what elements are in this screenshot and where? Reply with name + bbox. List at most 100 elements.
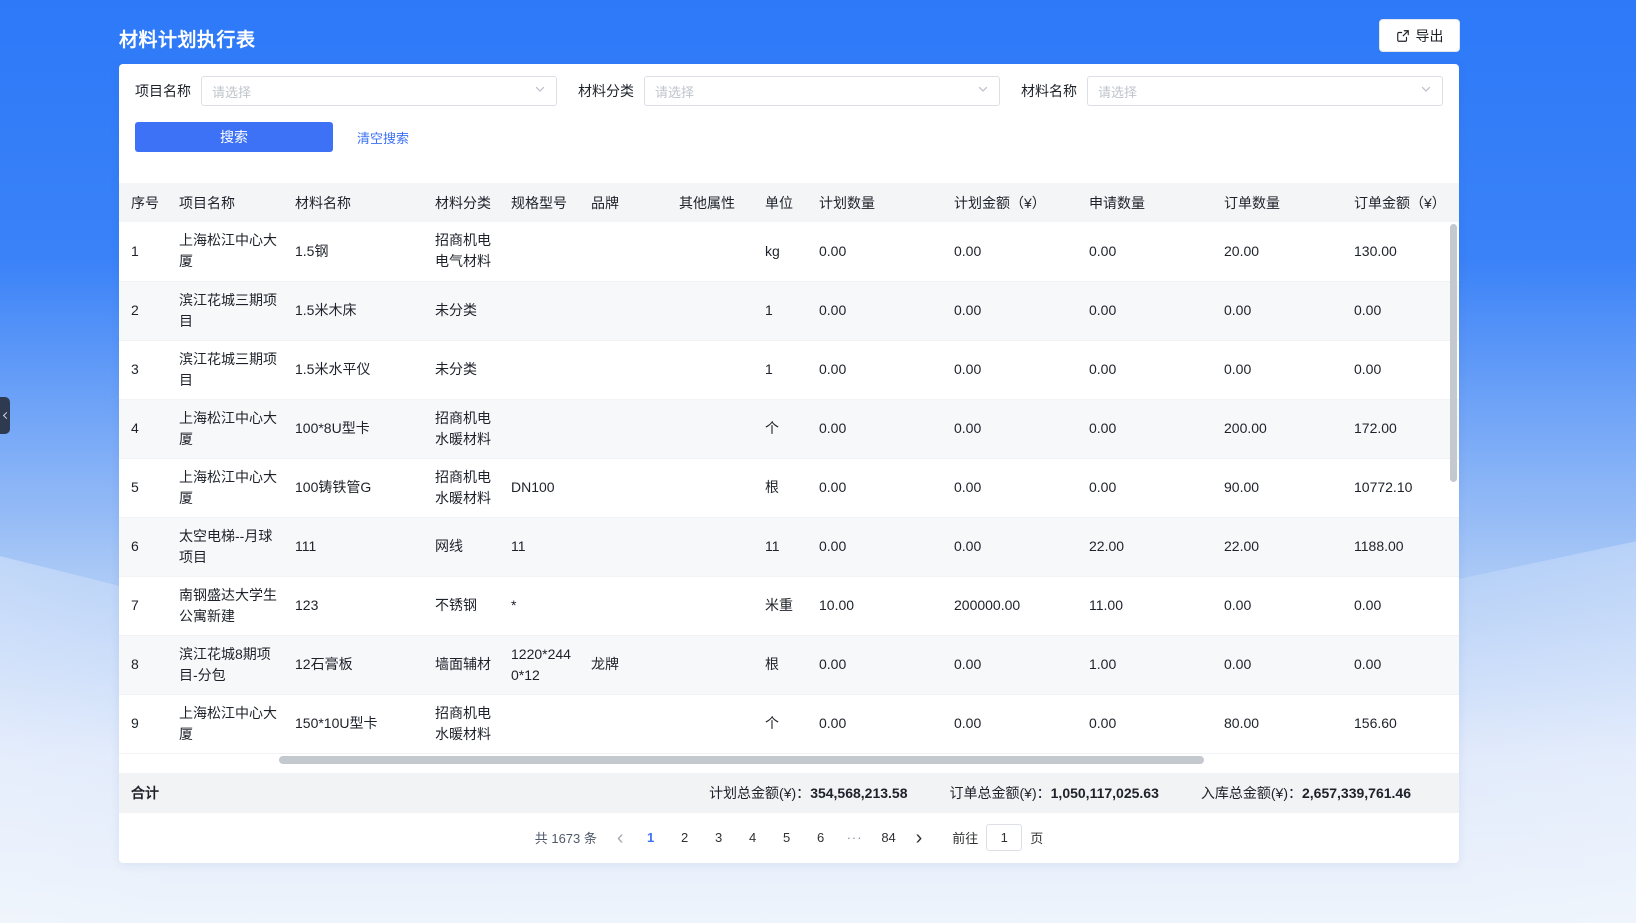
table-cell [503,222,583,281]
table-cell: 0.00 [811,635,946,694]
material-name-placeholder: 请选择 [1098,82,1137,101]
table-cell [671,458,757,517]
table-cell: 1.5米木床 [287,281,427,340]
table-cell [583,576,671,635]
summary-bar: 合计 计划总金额(¥)：354,568,213.58 订单总金额(¥)：1,05… [119,773,1459,813]
table-cell: * [503,576,583,635]
table-cell: 1220*2440*12 [503,635,583,694]
filter-group-project: 项目名称 请选择 [135,76,557,106]
table-cell [503,694,583,753]
column-header: 单位 [757,183,811,222]
material-name-label: 材料名称 [1021,81,1077,101]
column-header: 规格型号 [503,183,583,222]
page-button-3[interactable]: 3 [708,825,730,851]
table-cell: 0.00 [1081,458,1216,517]
table-cell: 1 [119,222,171,281]
table-cell: kg [757,222,811,281]
table-cell [583,399,671,458]
page-button-5[interactable]: 5 [776,825,798,851]
table-cell: 上海松江中心大厦 [171,222,287,281]
table-cell: 1.5钢 [287,222,427,281]
total-count: 共 1673 条 [535,828,597,847]
table-cell: 招商机电 水暖材料 [427,694,503,753]
material-category-select[interactable]: 请选择 [644,76,1000,106]
table-cell: 0.00 [1081,694,1216,753]
chevron-down-icon [977,82,989,100]
page-title: 材料计划执行表 [119,25,256,52]
table-cell: 上海松江中心大厦 [171,694,287,753]
table-cell: 0.00 [1346,340,1459,399]
table-cell: 0.00 [1346,576,1459,635]
export-button[interactable]: 导出 [1379,19,1460,52]
table-cell: 未分类 [427,281,503,340]
table-cell [671,222,757,281]
table-cell: 100铸铁管G [287,458,427,517]
table-cell: 0.00 [946,635,1081,694]
project-name-label: 项目名称 [135,81,191,101]
table-cell [503,281,583,340]
project-name-select[interactable]: 请选择 [201,76,557,106]
column-header: 序号 [119,183,171,222]
table-cell: 111 [287,517,427,576]
table-cell: 22.00 [1216,517,1346,576]
material-category-placeholder: 请选择 [655,82,694,101]
chevron-down-icon [1420,82,1432,100]
chevron-down-icon [534,82,546,100]
table-cell: 0.00 [1081,340,1216,399]
table-cell: 0.00 [946,399,1081,458]
vertical-scrollbar[interactable] [1450,224,1457,482]
table-cell [671,399,757,458]
table-cell [583,222,671,281]
table-cell: 0.00 [1081,222,1216,281]
column-header: 项目名称 [171,183,287,222]
material-plan-table: 序号项目名称材料名称材料分类规格型号品牌其他属性单位计划数量计划金额（¥）申请数… [119,183,1459,754]
table-cell: 1 [757,281,811,340]
clear-search-link[interactable]: 清空搜索 [357,128,409,147]
prev-page-button[interactable]: ‹ [613,828,628,848]
table-cell: 123 [287,576,427,635]
table-cell [671,281,757,340]
table-cell: 2 [119,281,171,340]
page-button-6[interactable]: 6 [810,825,832,851]
page-background: 材料计划执行表 导出 项目名称 请选择 [0,0,1636,923]
content-card: 项目名称 请选择 材料分类 请选择 [119,64,1459,863]
table-row: 4上海松江中心大厦100*8U型卡招商机电 水暖材料个0.000.000.002… [119,399,1459,458]
next-page-button[interactable]: › [912,828,927,848]
pagination-bar: 共 1673 条 ‹ 123456···84 › 前往 页 [119,813,1459,863]
table-cell: 招商机电 水暖材料 [427,458,503,517]
column-header: 申请数量 [1081,183,1216,222]
table-header-row: 序号项目名称材料名称材料分类规格型号品牌其他属性单位计划数量计划金额（¥）申请数… [119,183,1459,222]
table-cell: 0.00 [811,340,946,399]
pages-ellipsis[interactable]: ··· [844,825,866,851]
table-cell [671,517,757,576]
table-cell: 根 [757,635,811,694]
table-row: 9上海松江中心大厦150*10U型卡招商机电 水暖材料个0.000.000.00… [119,694,1459,753]
table-cell: 1.00 [1081,635,1216,694]
filter-bar: 项目名称 请选择 材料分类 请选择 [119,64,1459,166]
plan-total-amount: 计划总金额(¥)：354,568,213.58 [709,783,907,803]
goto-page-input[interactable] [986,824,1022,851]
material-name-select[interactable]: 请选择 [1087,76,1443,106]
table-cell: 网线 [427,517,503,576]
table-cell: 0.00 [1081,399,1216,458]
table-cell: 1.5米水平仪 [287,340,427,399]
table-cell: 0.00 [946,222,1081,281]
page-button-1[interactable]: 1 [640,825,662,851]
table-cell: 100*8U型卡 [287,399,427,458]
page-button-2[interactable]: 2 [674,825,696,851]
horizontal-scrollbar[interactable] [279,756,1204,764]
search-button[interactable]: 搜索 [135,122,333,152]
page-button-84[interactable]: 84 [878,825,900,851]
table-cell: 5 [119,458,171,517]
drawer-toggle[interactable] [0,397,10,434]
table-cell: 未分类 [427,340,503,399]
table-body: 1上海松江中心大厦1.5钢招商机电 电气材料kg0.000.000.0020.0… [119,222,1459,753]
page-button-4[interactable]: 4 [742,825,764,851]
table-cell: 0.00 [946,694,1081,753]
table-container: 序号项目名称材料名称材料分类规格型号品牌其他属性单位计划数量计划金额（¥）申请数… [119,183,1459,754]
table-cell [583,340,671,399]
table-cell: 200.00 [1216,399,1346,458]
table-cell: 招商机电 电气材料 [427,222,503,281]
table-row: 7南钢盛达大学生公寓新建123不锈钢*米重10.00200000.0011.00… [119,576,1459,635]
table-cell: 7 [119,576,171,635]
